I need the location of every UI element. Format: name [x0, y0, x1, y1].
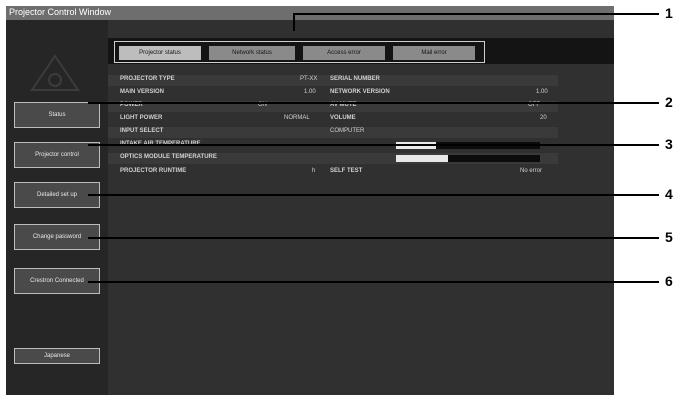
tab-projector-status[interactable]: Projector status	[119, 46, 201, 60]
row-value: PT-XX	[300, 76, 318, 82]
row-value: 1.00	[536, 89, 548, 95]
row-label: SERIAL NUMBER	[330, 76, 380, 82]
row-label: LIGHT POWER	[120, 115, 163, 121]
row-label: INPUT SELECT	[120, 128, 164, 134]
callout-number: 2	[665, 94, 673, 110]
callout-number: 4	[665, 186, 673, 202]
table-row: MAIN VERSION 1.00 NETWORK VERSION 1.00	[108, 88, 558, 99]
sidebar-item-status[interactable]: Status	[14, 102, 100, 128]
callout-line-2	[88, 102, 659, 104]
table-row: LIGHT POWER NORMAL VOLUME 20	[108, 114, 558, 125]
row-label: PROJECTOR TYPE	[120, 76, 175, 82]
table-row: PROJECTOR RUNTIME h SELF TEST No error	[108, 167, 558, 178]
sidebar-item-label: Change password	[32, 233, 82, 240]
callout-line-5	[88, 237, 659, 239]
sidebar-item-label: Status	[48, 111, 66, 118]
callout-number: 3	[665, 136, 673, 152]
sidebar: Status Projector control Detailed set up…	[6, 20, 108, 395]
tab-access-error[interactable]: Access error	[303, 46, 385, 60]
row-label: NETWORK VERSION	[330, 89, 390, 95]
tab-group: Projector status Network status Access e…	[114, 41, 485, 63]
callout-connector	[293, 14, 295, 31]
optics-temperature-bar	[396, 155, 540, 162]
callout-number: 5	[665, 229, 673, 245]
callout-number: 1	[665, 5, 673, 21]
table-row: PROJECTOR TYPE PT-XX SERIAL NUMBER	[108, 75, 558, 86]
callout-line-1	[293, 13, 659, 15]
window-title: Projector Control Window	[9, 7, 112, 17]
row-value: h	[312, 168, 316, 174]
row-label: PROJECTOR RUNTIME	[120, 168, 187, 174]
table-row: OPTICS MODULE TEMPERATURE	[108, 153, 558, 164]
callout-number: 6	[665, 273, 673, 289]
row-label: OPTICS MODULE TEMPERATURE	[120, 154, 217, 160]
sidebar-item-language[interactable]: Japanese	[14, 348, 100, 364]
sidebar-item-label: Detailed set up	[36, 191, 78, 198]
row-label: MAIN VERSION	[120, 89, 165, 95]
row-value: NORMAL	[284, 115, 310, 121]
row-value: No error	[520, 168, 543, 174]
sidebar-item-label: Japanese	[43, 352, 71, 359]
row-value: 20	[540, 115, 547, 121]
sidebar-item-label: Projector control	[35, 151, 79, 158]
main-content: Projector status Network status Access e…	[108, 20, 614, 395]
optics-temperature-fill	[396, 155, 448, 162]
brand-logo-icon	[30, 54, 80, 91]
callout-line-4	[88, 194, 659, 196]
callout-line-6	[88, 281, 659, 283]
row-value: 1.00	[304, 89, 316, 95]
callout-line-3	[88, 144, 659, 146]
row-value: COMPUTER	[330, 128, 365, 134]
tab-mail-error[interactable]: Mail error	[393, 46, 475, 60]
sidebar-item-label: Crestron Connected	[30, 277, 84, 284]
table-row: INPUT SELECT COMPUTER	[108, 127, 558, 138]
tab-network-status[interactable]: Network status	[209, 46, 295, 60]
row-label: VOLUME	[330, 115, 356, 121]
row-label: SELF TEST	[330, 168, 363, 174]
projector-control-window: Projector Control Window Status Projecto…	[6, 6, 614, 395]
